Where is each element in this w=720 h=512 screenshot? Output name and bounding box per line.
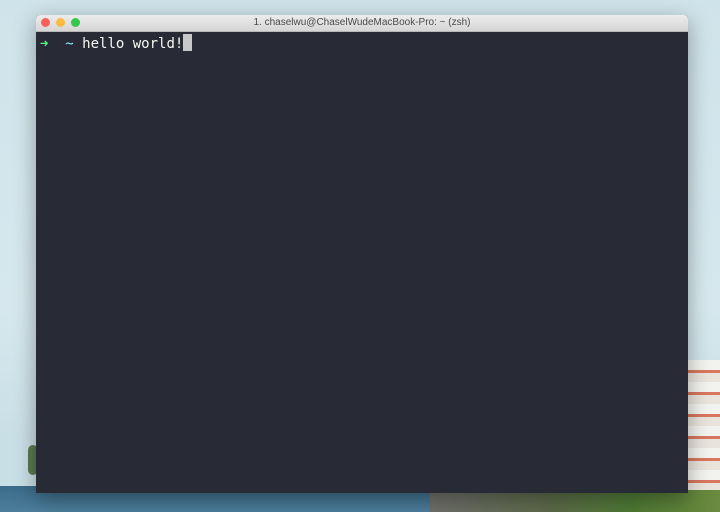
title-bar[interactable]: 1. chaselwu@ChaselWudeMacBook-Pro: ~ (zs…	[36, 15, 688, 32]
prompt-arrow-icon: ➜	[40, 36, 49, 52]
close-button[interactable]	[41, 18, 50, 27]
desktop-wallpaper-buildings	[688, 360, 720, 490]
terminal-window[interactable]: 1. chaselwu@ChaselWudeMacBook-Pro: ~ (zs…	[36, 15, 688, 493]
minimize-button[interactable]	[56, 18, 65, 27]
text-cursor	[183, 34, 193, 51]
maximize-button[interactable]	[71, 18, 80, 27]
window-title: 1. chaselwu@ChaselWudeMacBook-Pro: ~ (zs…	[253, 17, 471, 28]
terminal-content[interactable]: ➜ ~ hello world!	[36, 32, 688, 55]
prompt-cwd: ~	[65, 36, 74, 52]
window-controls	[41, 18, 80, 27]
command-text: hello world!	[82, 36, 184, 52]
